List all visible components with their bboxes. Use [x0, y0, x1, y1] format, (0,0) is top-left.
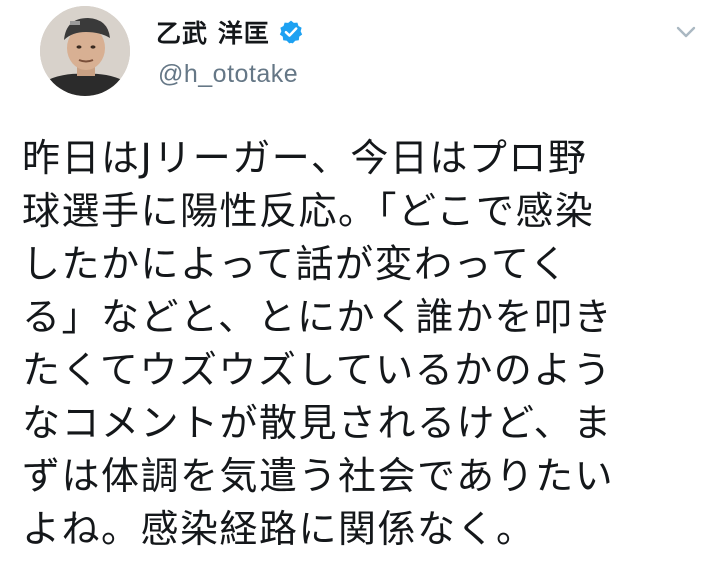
tweet-text-line: なコメントが散見されるけど、ま	[22, 401, 613, 445]
tweet-text-line: したかによって話が変わってく	[22, 242, 569, 286]
avatar[interactable]	[40, 6, 130, 96]
author-handle[interactable]: @h_ototake	[158, 60, 298, 89]
tweet-text-line: る」などと、とにかく誰かを叩き	[22, 295, 613, 339]
tweet-text: 昨日はJリーガー、今日はプロ野 球選手に陽性反応。「どこで感染 したかによって話…	[22, 132, 712, 556]
avatar-photo-icon	[40, 6, 130, 96]
tweet-header: 乙武 洋匡 @h_ototake	[0, 0, 720, 120]
chevron-down-icon[interactable]	[672, 22, 700, 42]
tweet-text-line: 球選手に陽性反応。「どこで感染	[22, 189, 595, 233]
tweet-text-line: よね。感染経路に関係なく。	[22, 507, 536, 551]
tweet-text-line: ずは体調を気遣う社会でありたい	[22, 454, 615, 498]
tweet-text-line: たくてウズウズしているかのよう	[22, 348, 613, 392]
author-display-name[interactable]: 乙武 洋匡	[156, 14, 270, 50]
verified-badge-icon	[278, 19, 304, 45]
tweet-text-line: 昨日はJリーガー、今日はプロ野	[22, 136, 588, 180]
author-name-row[interactable]: 乙武 洋匡	[156, 12, 304, 52]
